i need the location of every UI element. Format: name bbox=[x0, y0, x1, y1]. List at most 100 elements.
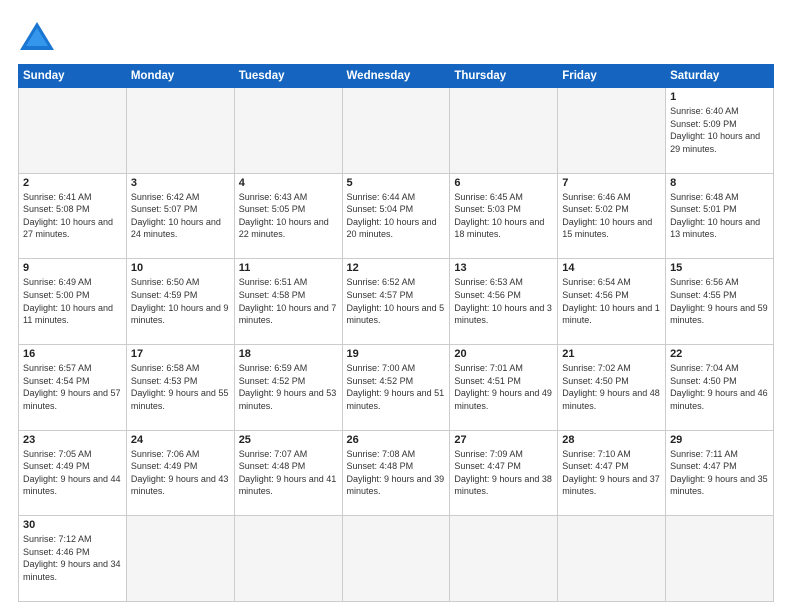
day-info: Sunrise: 7:09 AM Sunset: 4:47 PM Dayligh… bbox=[454, 448, 553, 498]
calendar-cell bbox=[234, 516, 342, 602]
day-info: Sunrise: 7:05 AM Sunset: 4:49 PM Dayligh… bbox=[23, 448, 122, 498]
calendar-cell: 4Sunrise: 6:43 AM Sunset: 5:05 PM Daylig… bbox=[234, 173, 342, 259]
day-info: Sunrise: 6:43 AM Sunset: 5:05 PM Dayligh… bbox=[239, 191, 338, 241]
weekday-friday: Friday bbox=[558, 65, 666, 88]
calendar-cell: 7 Sunrise: 6:46 AM Sunset: 5:02 PM Daylig… bbox=[558, 173, 666, 259]
day-number: 22 bbox=[670, 348, 769, 360]
week-row-3: 9 Sunrise: 6:49 AM Sunset: 5:00 PM Daylig… bbox=[19, 259, 774, 345]
weekday-tuesday: Tuesday bbox=[234, 65, 342, 88]
calendar-cell: 1 Sunrise: 6:40 AM Sunset: 5:09 PM Daylig… bbox=[666, 88, 774, 174]
calendar-cell: 22 Sunrise: 7:04 AM Sunset: 4:50 PM Dayli… bbox=[666, 344, 774, 430]
day-number: 30 bbox=[23, 519, 122, 531]
day-number: 7 bbox=[562, 177, 661, 189]
day-info: Sunrise: 6:53 AM Sunset: 4:56 PM Dayligh… bbox=[454, 276, 553, 326]
calendar-cell: 10 Sunrise: 6:50 AM Sunset: 4:59 PM Dayli… bbox=[126, 259, 234, 345]
calendar-cell: 26Sunrise: 7:08 AM Sunset: 4:48 PM Dayli… bbox=[342, 430, 450, 516]
calendar-cell: 16 Sunrise: 6:57 AM Sunset: 4:54 PM Dayli… bbox=[19, 344, 127, 430]
day-number: 25 bbox=[239, 434, 338, 446]
day-number: 9 bbox=[23, 262, 122, 274]
calendar-cell: 27 Sunrise: 7:09 AM Sunset: 4:47 PM Dayli… bbox=[450, 430, 558, 516]
calendar-cell bbox=[126, 516, 234, 602]
day-info: Sunrise: 6:46 AM Sunset: 5:02 PM Dayligh… bbox=[562, 191, 661, 241]
calendar-table: SundayMondayTuesdayWednesdayThursdayFrid… bbox=[18, 64, 774, 602]
calendar-cell: 2Sunrise: 6:41 AM Sunset: 5:08 PM Daylig… bbox=[19, 173, 127, 259]
day-number: 17 bbox=[131, 348, 230, 360]
calendar-cell bbox=[19, 88, 127, 174]
calendar-cell bbox=[450, 516, 558, 602]
logo-icon bbox=[18, 18, 56, 56]
day-number: 14 bbox=[562, 262, 661, 274]
calendar-cell bbox=[666, 516, 774, 602]
calendar-cell: 30 Sunrise: 7:12 AM Sunset: 4:46 PM Dayli… bbox=[19, 516, 127, 602]
day-number: 2 bbox=[23, 177, 122, 189]
day-info: Sunrise: 6:52 AM Sunset: 4:57 PM Dayligh… bbox=[347, 276, 446, 326]
calendar-cell bbox=[342, 516, 450, 602]
day-info: Sunrise: 7:10 AM Sunset: 4:47 PM Dayligh… bbox=[562, 448, 661, 498]
day-number: 1 bbox=[670, 91, 769, 103]
day-number: 24 bbox=[131, 434, 230, 446]
calendar-cell bbox=[342, 88, 450, 174]
day-info: Sunrise: 6:56 AM Sunset: 4:55 PM Dayligh… bbox=[670, 276, 769, 326]
day-info: Sunrise: 7:01 AM Sunset: 4:51 PM Dayligh… bbox=[454, 362, 553, 412]
weekday-header-row: SundayMondayTuesdayWednesdayThursdayFrid… bbox=[19, 65, 774, 88]
day-number: 27 bbox=[454, 434, 553, 446]
day-info: Sunrise: 6:49 AM Sunset: 5:00 PM Dayligh… bbox=[23, 276, 122, 326]
calendar-cell: 3 Sunrise: 6:42 AM Sunset: 5:07 PM Daylig… bbox=[126, 173, 234, 259]
day-info: Sunrise: 6:40 AM Sunset: 5:09 PM Dayligh… bbox=[670, 105, 769, 155]
day-number: 12 bbox=[347, 262, 446, 274]
calendar-cell: 25 Sunrise: 7:07 AM Sunset: 4:48 PM Dayli… bbox=[234, 430, 342, 516]
calendar-cell: 21 Sunrise: 7:02 AM Sunset: 4:50 PM Dayli… bbox=[558, 344, 666, 430]
calendar-cell: 13Sunrise: 6:53 AM Sunset: 4:56 PM Dayli… bbox=[450, 259, 558, 345]
day-info: Sunrise: 7:07 AM Sunset: 4:48 PM Dayligh… bbox=[239, 448, 338, 498]
day-info: Sunrise: 6:54 AM Sunset: 4:56 PM Dayligh… bbox=[562, 276, 661, 326]
calendar-cell: 9 Sunrise: 6:49 AM Sunset: 5:00 PM Daylig… bbox=[19, 259, 127, 345]
calendar-cell: 8Sunrise: 6:48 AM Sunset: 5:01 PM Daylig… bbox=[666, 173, 774, 259]
day-info: Sunrise: 7:04 AM Sunset: 4:50 PM Dayligh… bbox=[670, 362, 769, 412]
day-info: Sunrise: 6:57 AM Sunset: 4:54 PM Dayligh… bbox=[23, 362, 122, 412]
week-row-2: 2Sunrise: 6:41 AM Sunset: 5:08 PM Daylig… bbox=[19, 173, 774, 259]
day-info: Sunrise: 7:12 AM Sunset: 4:46 PM Dayligh… bbox=[23, 533, 122, 583]
day-info: Sunrise: 6:42 AM Sunset: 5:07 PM Dayligh… bbox=[131, 191, 230, 241]
calendar-cell: 12 Sunrise: 6:52 AM Sunset: 4:57 PM Dayli… bbox=[342, 259, 450, 345]
calendar-cell: 6 Sunrise: 6:45 AM Sunset: 5:03 PM Daylig… bbox=[450, 173, 558, 259]
calendar-cell: 29Sunrise: 7:11 AM Sunset: 4:47 PM Dayli… bbox=[666, 430, 774, 516]
calendar-cell: 18Sunrise: 6:59 AM Sunset: 4:52 PM Dayli… bbox=[234, 344, 342, 430]
logo bbox=[18, 18, 60, 56]
day-info: Sunrise: 7:00 AM Sunset: 4:52 PM Dayligh… bbox=[347, 362, 446, 412]
day-number: 26 bbox=[347, 434, 446, 446]
weekday-thursday: Thursday bbox=[450, 65, 558, 88]
day-number: 10 bbox=[131, 262, 230, 274]
calendar-cell bbox=[450, 88, 558, 174]
calendar-cell: 28 Sunrise: 7:10 AM Sunset: 4:47 PM Dayli… bbox=[558, 430, 666, 516]
day-number: 28 bbox=[562, 434, 661, 446]
day-number: 19 bbox=[347, 348, 446, 360]
day-info: Sunrise: 6:51 AM Sunset: 4:58 PM Dayligh… bbox=[239, 276, 338, 326]
week-row-5: 23Sunrise: 7:05 AM Sunset: 4:49 PM Dayli… bbox=[19, 430, 774, 516]
calendar-cell bbox=[234, 88, 342, 174]
page: SundayMondayTuesdayWednesdayThursdayFrid… bbox=[0, 0, 792, 612]
calendar-cell: 5 Sunrise: 6:44 AM Sunset: 5:04 PM Daylig… bbox=[342, 173, 450, 259]
day-info: Sunrise: 7:02 AM Sunset: 4:50 PM Dayligh… bbox=[562, 362, 661, 412]
day-info: Sunrise: 6:45 AM Sunset: 5:03 PM Dayligh… bbox=[454, 191, 553, 241]
day-number: 21 bbox=[562, 348, 661, 360]
weekday-monday: Monday bbox=[126, 65, 234, 88]
calendar-cell bbox=[558, 88, 666, 174]
day-number: 18 bbox=[239, 348, 338, 360]
day-number: 20 bbox=[454, 348, 553, 360]
day-info: Sunrise: 7:11 AM Sunset: 4:47 PM Dayligh… bbox=[670, 448, 769, 498]
weekday-wednesday: Wednesday bbox=[342, 65, 450, 88]
day-info: Sunrise: 6:50 AM Sunset: 4:59 PM Dayligh… bbox=[131, 276, 230, 326]
weekday-saturday: Saturday bbox=[666, 65, 774, 88]
day-number: 5 bbox=[347, 177, 446, 189]
calendar-cell: 14 Sunrise: 6:54 AM Sunset: 4:56 PM Dayli… bbox=[558, 259, 666, 345]
day-number: 11 bbox=[239, 262, 338, 274]
calendar-cell: 20 Sunrise: 7:01 AM Sunset: 4:51 PM Dayli… bbox=[450, 344, 558, 430]
day-number: 3 bbox=[131, 177, 230, 189]
day-info: Sunrise: 6:44 AM Sunset: 5:04 PM Dayligh… bbox=[347, 191, 446, 241]
calendar-cell bbox=[126, 88, 234, 174]
day-number: 6 bbox=[454, 177, 553, 189]
day-info: Sunrise: 7:06 AM Sunset: 4:49 PM Dayligh… bbox=[131, 448, 230, 498]
calendar-cell: 19 Sunrise: 7:00 AM Sunset: 4:52 PM Dayli… bbox=[342, 344, 450, 430]
weekday-sunday: Sunday bbox=[19, 65, 127, 88]
day-number: 16 bbox=[23, 348, 122, 360]
